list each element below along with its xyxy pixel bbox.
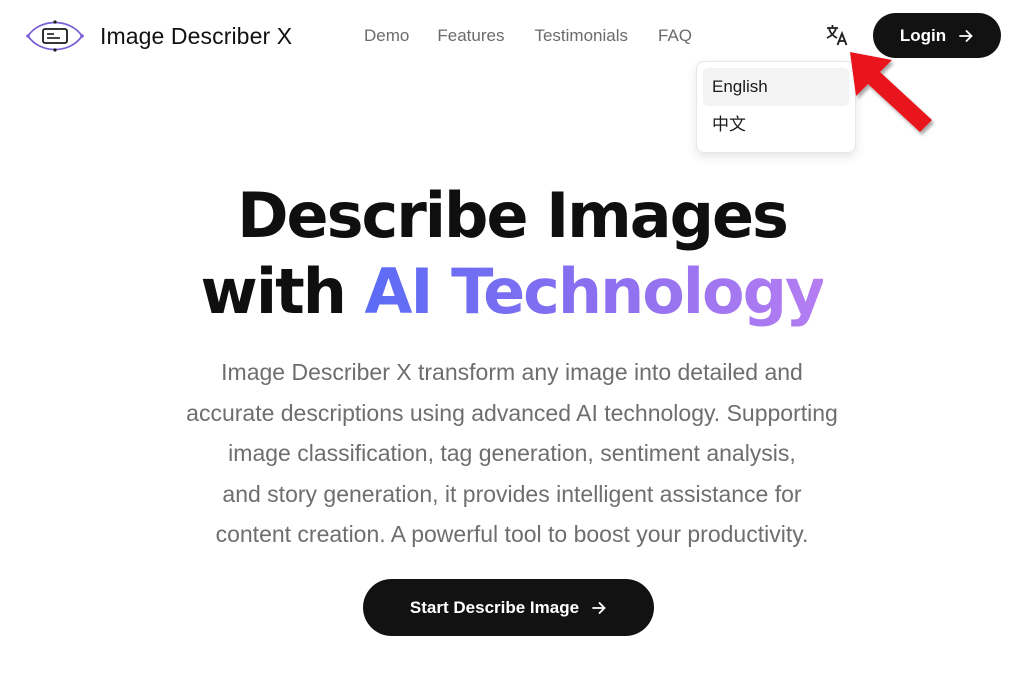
brand[interactable]: Image Describer X [24,14,292,58]
language-option-english[interactable]: English [703,68,849,106]
arrow-right-icon [959,29,973,42]
hero-description: Image Describer X transform any image in… [112,352,912,555]
translate-icon[interactable] [824,22,850,48]
hero-description-line: Image Describer X transform any image in… [221,359,803,385]
nav-link-features[interactable]: Features [437,24,504,48]
language-dropdown: English 中文 [696,61,856,153]
hero-description-line: accurate descriptions using advanced AI … [186,399,838,426]
red-arrow-pointer-icon [850,52,932,132]
nav-link-demo[interactable]: Demo [364,24,409,48]
hero-description-line: content creation. A powerful tool to boo… [215,521,809,547]
nav-link-faq[interactable]: FAQ [658,24,692,48]
hero-title-line-2: with AI Technology [0,254,1024,330]
eye-screen-logo-icon [26,20,84,52]
start-describe-image-button[interactable]: Start Describe Image [363,579,654,636]
nav-link-testimonials[interactable]: Testimonials [534,24,628,48]
main-nav: Demo Features Testimonials FAQ [364,24,692,48]
landing-page: Image Describer X Demo Features Testimon… [0,0,1024,685]
hero-title-line-1: Describe Images [237,179,789,252]
hero-title-prefix: with [200,255,365,328]
hero-description-line: and story generation, it provides intell… [222,480,802,507]
hero-title-highlight: AI Technology [364,255,825,328]
language-option-chinese[interactable]: 中文 [703,106,849,144]
brand-name: Image Describer X [100,22,293,49]
hero-description-line: image classification, tag generation, se… [228,440,796,466]
cta-label: Start Describe Image [409,597,580,617]
hero-title: Describe Images with AI Technology [0,178,1024,330]
arrow-right-icon [592,601,606,614]
login-label: Login [899,25,947,45]
